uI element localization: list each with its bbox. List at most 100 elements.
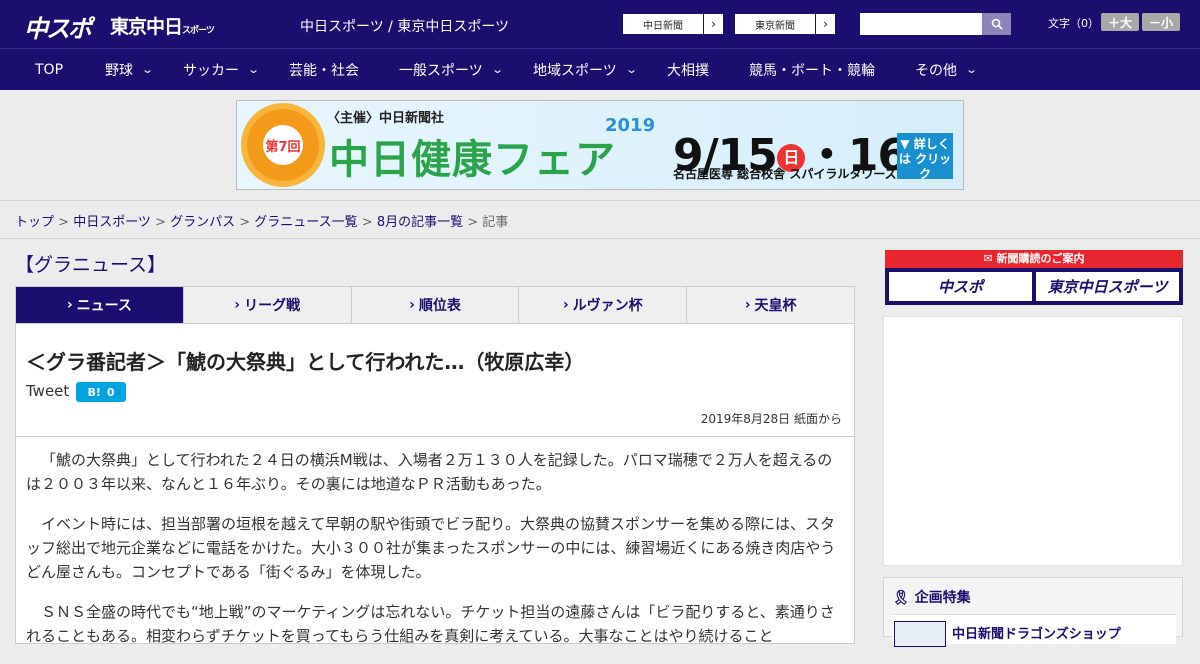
nav-label: TOP — [35, 61, 64, 78]
tab-label: ニュース — [76, 298, 132, 314]
article-paragraph: ＳＮＳ全盛の時代でも“地上戦”のマーケティングは忘れない。チケット担当の遠藤さん… — [26, 603, 835, 645]
site-names: 中日スポーツ / 東京中日スポーツ — [300, 19, 510, 35]
nav-item-soccer[interactable]: サッカー ⌄ — [183, 49, 261, 90]
hatena-icon: B! — [87, 385, 101, 399]
chevron-right-icon: › — [234, 297, 241, 313]
chevron-right-icon: › — [703, 14, 723, 34]
nav-item-racing[interactable]: 競馬・ボート・競輪 — [749, 49, 875, 90]
nav-label: 野球 — [105, 62, 133, 79]
hatena-bookmark-button[interactable]: B! 0 — [76, 382, 126, 402]
breadcrumb-link[interactable]: トップ — [15, 215, 54, 230]
search-button[interactable] — [982, 13, 1011, 35]
tokyo-shimbun-link[interactable]: 東京新聞 › — [734, 13, 836, 35]
chevron-down-icon: ⌄ — [624, 63, 638, 76]
main-nav: TOP 野球 ⌄ サッカー ⌄ 芸能・社会 一般スポーツ ⌄ 地域スポーツ ⌄ 大相撲 … — [0, 48, 1200, 90]
tab-league[interactable]: › リーグ戦 — [184, 287, 352, 323]
nav-label: サッカー — [183, 62, 239, 79]
article-body: 「鯱の大祭典」として行われた２４日の横浜M戦は、入場者２万１３０人を記録した。パ… — [26, 448, 844, 664]
breadcrumb-separator: > — [463, 215, 483, 230]
subscription-label: 新聞購読のご案内 — [996, 252, 1085, 265]
tokyo-chunichi-logo[interactable]: 東京中日スポーツ — [110, 12, 215, 39]
divider — [16, 436, 854, 437]
banner-venue: 名古屋医専 総合校舎 スパイラルタワーズ — [673, 167, 897, 181]
search-input[interactable] — [860, 13, 982, 35]
banner-host: 〈主催〉中日新聞社 — [327, 111, 445, 126]
breadcrumb-link[interactable]: 8月の記事一覧 — [377, 215, 463, 230]
nav-item-regional-sports[interactable]: 地域スポーツ ⌄ — [533, 49, 638, 90]
article-paragraph: イベント時には、担当部署の垣根を越えて早朝の駅や街頭でビラ配り。大祭典の協賛スポ… — [26, 515, 836, 581]
nav-item-entertainment[interactable]: 芸能・社会 — [289, 49, 359, 90]
nav-label: 一般スポーツ — [399, 62, 483, 79]
special-features: 🎗 企画特集 中日新聞ドラゴンズショップ — [883, 577, 1183, 647]
chevron-down-icon: ⌄ — [141, 63, 155, 76]
nav-label: 大相撲 — [667, 62, 709, 79]
breadcrumb-link[interactable]: 中日スポーツ — [73, 215, 151, 230]
nav-item-other[interactable]: その他 ⌄ — [915, 49, 979, 90]
breadcrumb-separator: > — [235, 215, 255, 230]
breadcrumb-link[interactable]: グラニュース一覧 — [254, 215, 357, 230]
banner-flower-badge: 第7回 — [247, 109, 319, 181]
chuspo-logo[interactable]: 中スポ — [24, 9, 92, 44]
subscribe-chuspo-button[interactable]: 中スポ — [889, 272, 1032, 301]
site-header: 中スポ 東京中日スポーツ 中日スポーツ / 東京中日スポーツ 中日新聞 › 東京… — [0, 0, 1200, 48]
tweet-button[interactable]: Tweet — [26, 382, 69, 400]
breadcrumb-current: 記事 — [482, 215, 509, 230]
chevron-down-icon: ⌄ — [490, 63, 504, 76]
article-title: ＜グラ番記者＞「鯱の大祭典」として行われた…（牧原広幸） — [26, 350, 585, 374]
tab-news[interactable]: › ニュース — [16, 287, 184, 323]
font-large-button[interactable]: ＋大 — [1101, 13, 1139, 31]
chunichi-shimbun-link[interactable]: 中日新聞 › — [622, 13, 724, 35]
subscription-header: ✉ 新聞購読のご案内 — [885, 250, 1183, 268]
nav-item-sumo[interactable]: 大相撲 — [667, 49, 709, 90]
chevron-right-icon: › — [744, 297, 751, 313]
tab-levain-cup[interactable]: › ルヴァン杯 — [519, 287, 688, 323]
special-features-label: 企画特集 — [914, 590, 971, 606]
nav-item-general-sports[interactable]: 一般スポーツ ⌄ — [399, 49, 504, 90]
chevron-right-icon: › — [562, 297, 569, 313]
tab-emperors-cup[interactable]: › 天皇杯 — [687, 287, 854, 323]
nav-label: 芸能・社会 — [289, 62, 359, 79]
article-paragraph: 「鯱の大祭典」として行われた２４日の横浜M戦は、入場者２万１３０人を記録した。パ… — [26, 451, 833, 493]
chunichi-link-label: 中日新聞 — [643, 20, 683, 32]
chevron-right-icon: › — [66, 297, 73, 313]
banner-badge-text: 第7回 — [263, 125, 303, 165]
breadcrumb-separator: > — [54, 215, 74, 230]
subscription-links: 中スポ 東京中日スポーツ — [885, 268, 1183, 305]
category-tabs: › ニュース › リーグ戦 › 順位表 › ルヴァン杯 › 天皇杯 — [15, 286, 855, 324]
breadcrumb: トップ > 中日スポーツ > グランパス > グラニュース一覧 > 8月の記事一… — [15, 211, 508, 230]
font-size-label: 文字（0） — [1048, 17, 1099, 30]
main-content: 【グラニュース】 › ニュース › リーグ戦 › 順位表 › ルヴァン杯 › 天皇杯 ＜グ… — [15, 250, 855, 645]
breadcrumb-separator: > — [150, 215, 171, 230]
subscribe-tokyo-button[interactable]: 東京中日スポーツ — [1036, 272, 1179, 301]
tokyo-logo-text: 東京中日 — [110, 16, 183, 38]
breadcrumb-link[interactable]: グランパス — [170, 215, 235, 230]
article-date: 2019年8月28日 紙面から — [700, 412, 842, 426]
tokyo-logo-small: スポーツ — [182, 26, 215, 36]
ad-slot — [883, 316, 1183, 566]
font-small-button[interactable]: －小 — [1142, 13, 1180, 31]
chevron-down-icon: ⌄ — [247, 63, 261, 76]
special-feature-item[interactable]: 中日新聞ドラゴンズショップ — [892, 614, 1176, 647]
nav-label: その他 — [915, 62, 957, 79]
tab-label: ルヴァン杯 — [572, 298, 643, 314]
breadcrumb-separator: > — [357, 215, 377, 230]
nav-item-top[interactable]: TOP — [35, 49, 63, 90]
tab-label: リーグ戦 — [244, 298, 301, 314]
nav-label: 競馬・ボート・競輪 — [749, 62, 875, 79]
special-features-title: 🎗 企画特集 — [892, 587, 971, 607]
banner-cta: ▼ 詳しくは クリック — [897, 133, 953, 181]
nav-item-baseball[interactable]: 野球 ⌄ — [105, 49, 155, 90]
tab-standings[interactable]: › 順位表 — [352, 287, 520, 323]
chevron-down-icon: ⌄ — [965, 63, 979, 76]
hatena-count: 0 — [106, 385, 115, 399]
nav-label: 地域スポーツ — [533, 62, 617, 79]
banner-title: 中日健康フェア — [329, 137, 616, 183]
newspaper-icon: ✉ — [983, 252, 997, 265]
chevron-right-icon: › — [409, 297, 415, 313]
search-icon — [991, 18, 1003, 30]
ribbon-icon: 🎗 — [892, 590, 910, 606]
tab-label: 天皇杯 — [754, 298, 797, 314]
health-fair-banner[interactable]: 第7回 〈主催〉中日新聞社 中日健康フェア 2019 9/15日・16祝 名古屋… — [236, 100, 964, 190]
tokyo-link-label: 東京新聞 — [755, 20, 795, 32]
chevron-right-icon: › — [815, 14, 835, 34]
